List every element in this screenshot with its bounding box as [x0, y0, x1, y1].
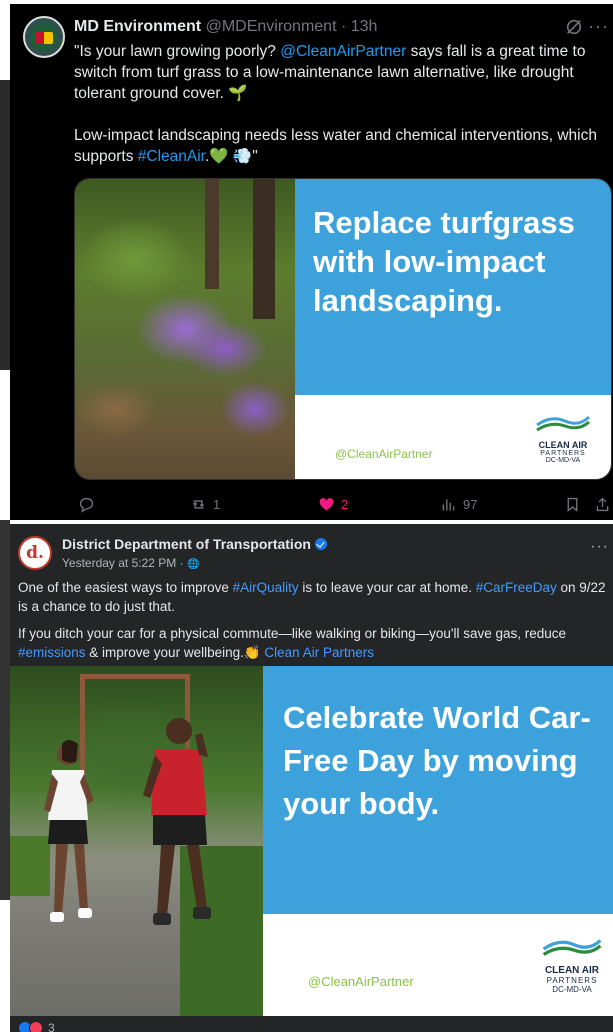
retweet-icon: [192, 500, 205, 509]
woman-walker: [44, 740, 94, 922]
tree-trunk: [253, 179, 275, 319]
verified-badge-icon: [314, 538, 327, 550]
tweet-media[interactable]: Replace turfgrass with low-impact landsc…: [74, 178, 612, 480]
text: If you ditch your car for a physical com…: [18, 626, 567, 641]
headline-panel: Celebrate World Car-Free Day by moving y…: [263, 666, 613, 914]
post-time[interactable]: Yesterday at 5:22 PM ·: [62, 556, 187, 570]
like-count: 2: [341, 497, 349, 512]
mention-link[interactable]: @CleanAirPartner: [280, 43, 406, 60]
hashtag-carfreeday[interactable]: #CarFreeDay: [476, 580, 557, 595]
image-handle: @CleanAirPartner: [308, 974, 414, 989]
media-headline: Replace turfgrass with low-impact landsc…: [313, 205, 575, 318]
tree-trunk: [205, 179, 219, 289]
share-icon: [596, 497, 609, 512]
tweet-actions: 1 2 97: [74, 496, 613, 516]
author-name[interactable]: MD Environment: [74, 18, 201, 35]
wave-icon: [536, 415, 591, 432]
emoji-icons: 💚 💨: [209, 148, 253, 165]
headline-panel: Replace turfgrass with low-impact landsc…: [295, 179, 611, 395]
clap-icon: 👏: [243, 645, 261, 660]
man-walker: [143, 718, 211, 925]
love-reaction-icon: [29, 1021, 43, 1032]
logo-text: PARTNERS: [546, 976, 598, 985]
page-name-row: District Department of Transportation: [62, 536, 327, 552]
image-headline: Celebrate World Car-Free Day by moving y…: [283, 700, 591, 821]
logo-text: DC-MD-VA: [552, 985, 592, 994]
media-handle: @CleanAirPartner: [335, 447, 433, 461]
page-avatar[interactable]: d.: [18, 536, 52, 570]
hashtag-link[interactable]: #CleanAir: [138, 148, 205, 165]
clean-air-partners-logo: CLEAN AIR PARTNERS DC-MD-VA: [533, 413, 593, 464]
tweet: MD Environment @MDEnvironment · 13h ··· …: [10, 4, 613, 520]
page-name[interactable]: District Department of Transportation: [62, 536, 311, 552]
avatar[interactable]: [23, 16, 65, 58]
sprout-icon: 🌱: [228, 85, 248, 102]
share-button[interactable]: [594, 496, 611, 513]
tweet-header: MD Environment @MDEnvironment · 13h: [74, 18, 377, 36]
logo-text: PARTNERS: [540, 450, 586, 457]
author-handle[interactable]: @MDEnvironment · 13h: [206, 18, 378, 35]
retweet-count: 1: [213, 497, 221, 512]
views-button[interactable]: 97: [440, 496, 477, 513]
bookmark-button[interactable]: [564, 496, 581, 513]
more-options-icon[interactable]: ···: [590, 538, 609, 556]
reply-icon: [79, 497, 94, 513]
views-count: 97: [463, 497, 478, 512]
globe-icon: 🌐: [186, 559, 200, 570]
more-icon[interactable]: ···: [588, 16, 609, 37]
hashtag-airquality[interactable]: #AirQuality: [233, 580, 299, 595]
heart-icon: [319, 498, 334, 511]
facebook-post: d. District Department of Transportation…: [10, 524, 613, 1032]
grok-icon[interactable]: [565, 18, 583, 36]
reaction-count: 3: [48, 1021, 55, 1032]
hashtag-emissions[interactable]: #emissions: [18, 645, 86, 660]
clean-air-partners-logo: CLEAN AIR PARTNERS DC-MD-VA: [539, 936, 605, 994]
retweet-button[interactable]: 1: [190, 496, 220, 513]
post-time-row: Yesterday at 5:22 PM · 🌐: [62, 556, 199, 570]
text: "Is your lawn growing poorly?: [74, 43, 281, 60]
text: One of the easiest ways to improve: [18, 580, 233, 595]
clean-air-partners-link[interactable]: Clean Air Partners: [261, 645, 374, 660]
walkers-photo: [10, 666, 263, 1016]
footer-panel: @CleanAirPartner CLEAN AIR PARTNERS DC-M…: [263, 914, 613, 1016]
footer-panel: @CleanAirPartner CLEAN AIR PARTNERS DC-M…: [295, 395, 611, 479]
like-button[interactable]: 2: [318, 496, 348, 513]
background-strip: [0, 80, 10, 370]
text: is to leave your car at home.: [298, 580, 476, 595]
text: ": [252, 148, 258, 165]
post-text: One of the easiest ways to improve #AirQ…: [18, 578, 613, 670]
background-strip: [0, 520, 10, 900]
bookmark-icon: [567, 497, 578, 512]
garden-photo: [75, 179, 295, 479]
reply-button[interactable]: [78, 496, 101, 513]
views-icon: [442, 499, 455, 511]
logo-text: CLEAN AIR: [538, 440, 588, 450]
reactions-summary[interactable]: 3: [18, 1021, 55, 1032]
post-image[interactable]: Celebrate World Car-Free Day by moving y…: [10, 666, 613, 1016]
tweet-text: "Is your lawn growing poorly? @CleanAirP…: [74, 41, 604, 188]
text: & improve your wellbeing.: [85, 645, 244, 660]
maryland-flag-icon: [35, 32, 53, 44]
wave-icon: [542, 939, 602, 956]
logo-text: DC-MD-VA: [545, 457, 581, 464]
logo-text: CLEAN AIR: [544, 965, 600, 976]
